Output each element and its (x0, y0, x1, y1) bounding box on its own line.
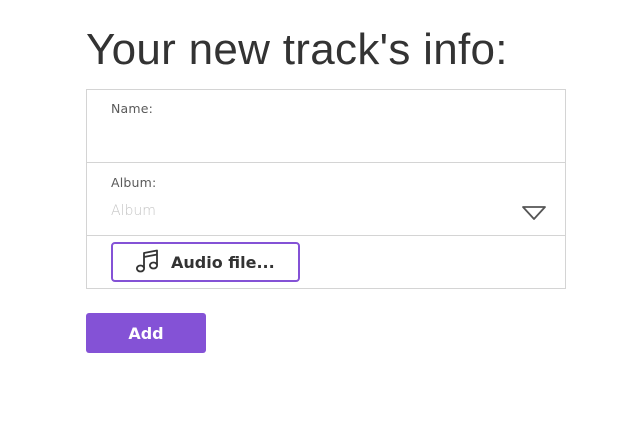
album-row: Album: Album (87, 163, 565, 236)
audio-file-row: Audio file... (87, 236, 565, 288)
name-input[interactable] (111, 120, 531, 148)
music-note-icon (136, 249, 158, 273)
name-label: Name: (111, 101, 154, 116)
album-label: Album: (111, 175, 157, 190)
add-button[interactable]: Add (86, 313, 206, 353)
album-select[interactable] (87, 163, 565, 235)
page-title: Your new track's info: (86, 25, 508, 74)
dropdown-triangle-icon[interactable] (521, 205, 547, 221)
album-select-placeholder: Album (111, 203, 156, 219)
track-form: Name: Album: Album Audio file... (86, 89, 566, 289)
audio-file-button[interactable]: Audio file... (111, 242, 300, 282)
name-row: Name: (87, 90, 565, 163)
audio-file-label: Audio file... (171, 252, 275, 272)
